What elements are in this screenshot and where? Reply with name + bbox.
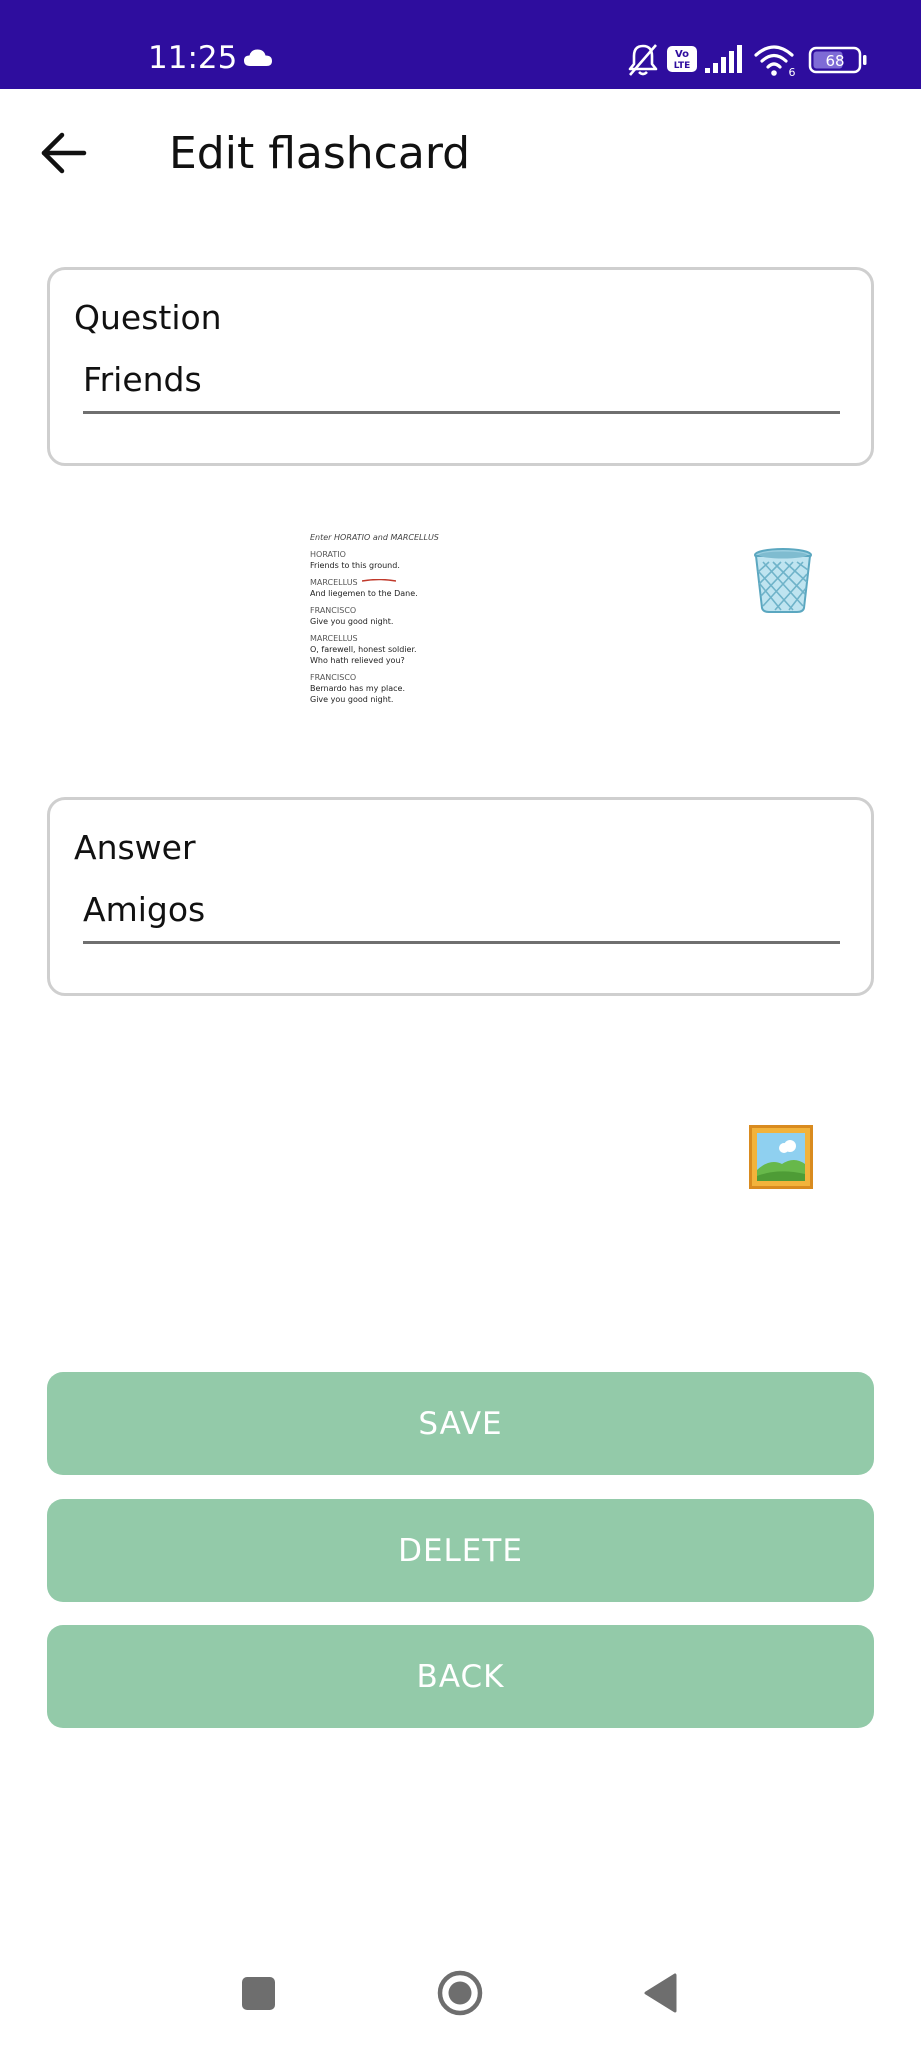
battery-icon: 68 (808, 46, 868, 78)
thumb-line: And liegemen to the Dane. (310, 589, 418, 598)
question-label: Question (74, 298, 222, 337)
bell-off-icon (627, 43, 659, 81)
red-underline-mark (362, 579, 396, 582)
thumb-speaker: HORATIO (310, 550, 346, 559)
thumb-line: Who hath relieved you? (310, 656, 405, 665)
status-bar: 11:25 Vo LTE 6 68 (0, 0, 921, 89)
delete-button[interactable]: DELETE (47, 1499, 874, 1602)
answer-label: Answer (74, 828, 196, 867)
volte-label-top: Vo (675, 49, 689, 60)
nav-recents-button[interactable] (241, 1976, 276, 2011)
volte-icon: Vo LTE (666, 45, 698, 77)
signal-icon (704, 44, 746, 78)
nav-back-button[interactable] (642, 1972, 678, 2014)
wastebasket-icon (754, 548, 812, 613)
thumb-line: Give you good night. (310, 617, 394, 626)
question-image[interactable]: Enter HORATIO and MARCELLUS HORATIO Frie… (310, 532, 460, 732)
back-arrow-button[interactable] (40, 130, 90, 176)
back-button[interactable]: BACK (47, 1625, 874, 1728)
answer-input[interactable] (83, 886, 840, 944)
wifi-badge: 6 (789, 66, 796, 77)
cloud-icon (243, 48, 273, 72)
nav-home-button[interactable] (436, 1969, 484, 2017)
thumb-line: Bernardo has my place. (310, 684, 406, 693)
thumb-line: O, farewell, honest soldier. (310, 645, 417, 654)
page-title: Edit flashcard (169, 128, 471, 179)
thumb-line: Friends to this ground. (310, 561, 400, 570)
framed-picture-icon (749, 1125, 813, 1189)
question-input[interactable] (83, 356, 840, 414)
answer-field-card: Answer (47, 797, 874, 996)
add-answer-image-button[interactable] (748, 1124, 814, 1190)
edit-flashcard-screen: 11:25 Vo LTE 6 68 Edit flashcard Questio… (0, 0, 921, 2048)
thumb-stage-direction: Enter HORATIO and MARCELLUS (310, 533, 439, 542)
save-button[interactable]: SAVE (47, 1372, 874, 1475)
thumb-line: Give you good night. (310, 695, 394, 704)
wifi-icon: 6 (754, 43, 798, 81)
recents-square-icon (242, 1977, 275, 2010)
delete-image-button[interactable] (751, 546, 815, 614)
battery-level: 68 (825, 52, 844, 70)
question-field-card: Question (47, 267, 874, 466)
volte-label-bottom: LTE (674, 61, 691, 71)
thumb-speaker: MARCELLUS (310, 634, 358, 643)
arrow-left-icon (41, 132, 87, 174)
thumb-speaker: FRANCISCO (310, 606, 357, 615)
back-triangle-icon (644, 1973, 677, 2013)
status-time: 11:25 (148, 40, 238, 76)
home-circle-icon (437, 1970, 483, 2016)
thumb-speaker: FRANCISCO (310, 673, 357, 682)
